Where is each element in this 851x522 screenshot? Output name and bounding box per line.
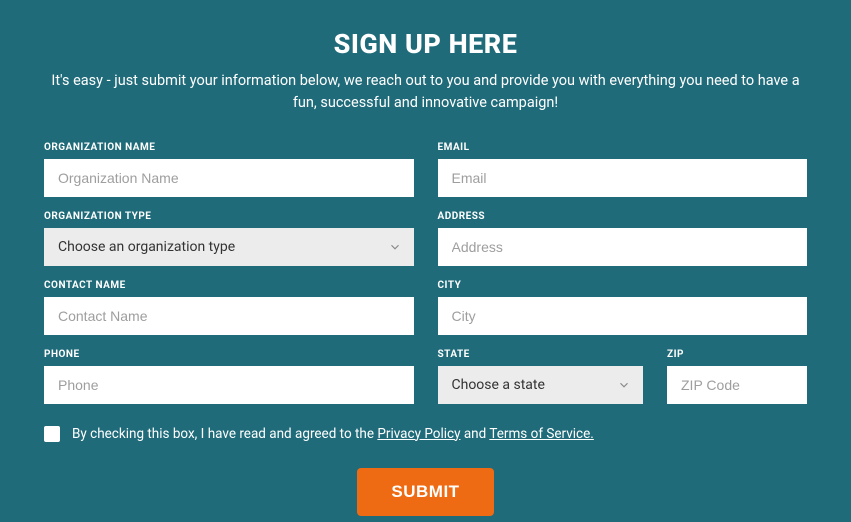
address-label: ADDRESS — [438, 211, 808, 222]
consent-mid: and — [460, 426, 489, 442]
state-select[interactable]: Choose a state — [438, 366, 644, 404]
consent-checkbox[interactable] — [44, 426, 60, 442]
zip-label: ZIP — [667, 349, 807, 360]
organization-type-select[interactable]: Choose an organization type — [44, 228, 414, 266]
email-label: EMAIL — [438, 142, 808, 153]
organization-type-value: Choose an organization type — [44, 228, 414, 266]
left-column: ORGANIZATION NAME ORGANIZATION TYPE Choo… — [44, 142, 414, 418]
city-input[interactable] — [438, 297, 808, 335]
consent-prefix: By checking this box, I have read and ag… — [72, 426, 377, 442]
submit-button[interactable]: SUBMIT — [357, 468, 493, 516]
email-input[interactable] — [438, 159, 808, 197]
privacy-policy-link[interactable]: Privacy Policy — [377, 426, 460, 442]
organization-type-label: ORGANIZATION TYPE — [44, 211, 414, 222]
contact-name-label: CONTACT NAME — [44, 280, 414, 291]
city-label: CITY — [438, 280, 808, 291]
organization-name-input[interactable] — [44, 159, 414, 197]
page-title: SIGN UP HERE — [44, 28, 807, 60]
consent-text: By checking this box, I have read and ag… — [72, 426, 594, 442]
state-label: STATE — [438, 349, 644, 360]
zip-input[interactable] — [667, 366, 807, 404]
organization-name-label: ORGANIZATION NAME — [44, 142, 414, 153]
right-column: EMAIL ADDRESS CITY STATE Choose a state — [438, 142, 808, 418]
state-value: Choose a state — [438, 366, 644, 404]
address-input[interactable] — [438, 228, 808, 266]
phone-label: PHONE — [44, 349, 414, 360]
phone-input[interactable] — [44, 366, 414, 404]
terms-of-service-link[interactable]: Terms of Service. — [489, 426, 594, 442]
contact-name-input[interactable] — [44, 297, 414, 335]
consent-row: By checking this box, I have read and ag… — [44, 426, 807, 442]
page-subtitle: It's easy - just submit your information… — [46, 70, 806, 114]
